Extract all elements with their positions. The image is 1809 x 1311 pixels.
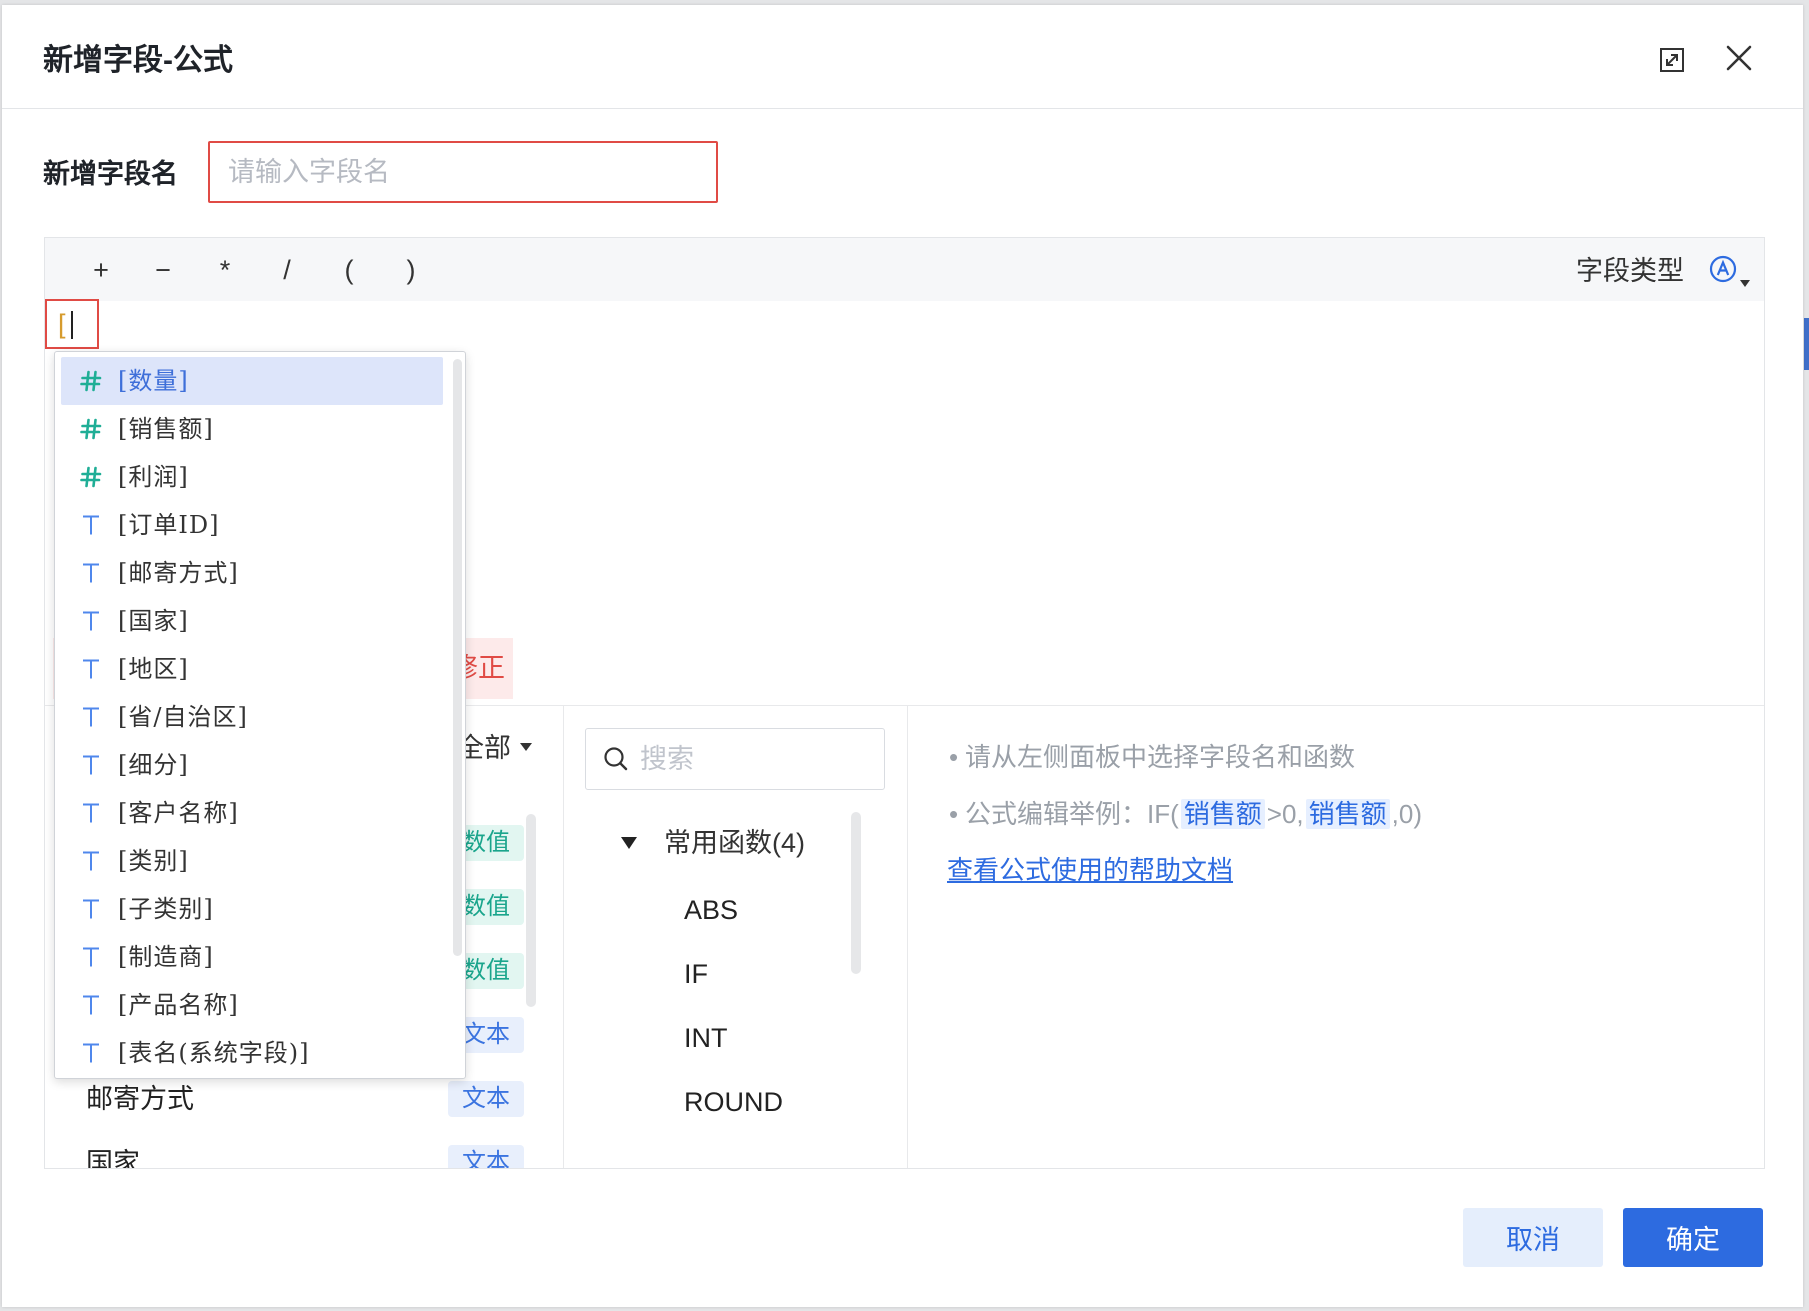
close-icon[interactable] — [1724, 43, 1754, 73]
autocomplete-item[interactable]: [地区] — [61, 645, 443, 693]
function-item[interactable]: INT — [684, 1020, 728, 1056]
caret-down-icon[interactable] — [621, 837, 637, 849]
text-icon — [79, 513, 103, 537]
minus-operator-button[interactable]: − — [148, 252, 178, 288]
field-name: 国家 — [86, 1148, 140, 1169]
function-search-input[interactable] — [640, 729, 876, 789]
example-suffix: ,0) — [1391, 799, 1423, 829]
confirm-button[interactable]: 确定 — [1623, 1208, 1763, 1267]
autocomplete-item[interactable]: [销售额] — [61, 405, 443, 453]
help-example: • 公式编辑举例：IF(销售额 >0, 销售额 ,0) — [949, 795, 1422, 833]
text-icon — [79, 993, 103, 1017]
example-field-token: 销售额 — [1180, 799, 1265, 829]
text-icon — [79, 609, 103, 633]
autocomplete-item-label: [销售额] — [118, 415, 214, 443]
autocomplete-item[interactable]: [国家] — [61, 597, 443, 645]
field-name-label: 新增字段名 — [43, 159, 178, 189]
help-hint-text: 请从左侧面板中选择字段名和函数 — [965, 742, 1356, 772]
function-search-box[interactable] — [585, 728, 885, 790]
text-icon — [79, 705, 103, 729]
autocomplete-item[interactable]: [数量] — [61, 357, 443, 405]
formula-field-dialog: 新增字段-公式 新增字段名 +−* / () 字段类型 [ — [2, 5, 1803, 1307]
example-field-token: 销售额 — [1305, 799, 1390, 829]
function-group-label[interactable]: 常用函数(4) — [664, 825, 805, 861]
autocomplete-item-label: [数量] — [118, 367, 189, 395]
text-icon — [79, 657, 103, 681]
help-hint: • 请从左侧面板中选择字段名和函数 — [949, 738, 1355, 776]
function-item[interactable]: ROUND — [684, 1084, 783, 1120]
field-list-item[interactable]: 国家 文本 — [45, 1131, 524, 1169]
field-type-label[interactable]: 字段类型 — [1576, 253, 1684, 289]
autocomplete-item-label: [子类别] — [118, 895, 214, 923]
bullet-icon: • — [949, 799, 959, 829]
left-paren-button[interactable]: ( — [334, 252, 364, 288]
background-page-edge — [1804, 318, 1809, 370]
autocomplete-item[interactable]: [省/自治区] — [61, 693, 443, 741]
text-cursor — [71, 311, 73, 339]
autocomplete-item[interactable]: [细分] — [61, 741, 443, 789]
text-icon — [79, 897, 103, 921]
autocomplete-item-label: [国家] — [118, 607, 189, 635]
multiply-operator-button[interactable]: * — [210, 252, 240, 288]
help-doc-link[interactable]: 查看公式使用的帮助文档 — [947, 851, 1233, 889]
example-prefix: 公式编辑举例：IF( — [965, 799, 1179, 829]
autocomplete-item-label: [细分] — [118, 751, 189, 779]
field-list-scrollbar[interactable] — [526, 814, 536, 1007]
autocomplete-item[interactable]: [客户名称] — [61, 789, 443, 837]
number-icon — [79, 417, 103, 441]
panel-divider-right — [907, 705, 908, 1168]
caret-down-icon[interactable] — [520, 743, 532, 751]
operator-toolbar: + − * / () 字段类型 — [45, 238, 1764, 301]
expand-icon[interactable] — [1658, 46, 1686, 74]
text-icon — [79, 561, 103, 585]
autocomplete-scrollbar[interactable] — [453, 359, 462, 956]
autocomplete-item-label: [产品名称] — [118, 991, 239, 1019]
formula-input-area[interactable]: [ — [45, 299, 99, 349]
example-middle: >0, — [1266, 799, 1304, 829]
text-icon — [79, 801, 103, 825]
autocomplete-item-label: [省/自治区] — [118, 703, 248, 731]
autocomplete-item-label: [地区] — [118, 655, 189, 683]
autocomplete-item-label: [表名(系统字段)] — [118, 1039, 310, 1067]
autocomplete-item[interactable]: [表名(系统字段)] — [61, 1029, 443, 1077]
text-icon — [79, 753, 103, 777]
field-autocomplete-dropdown: [数量] [销售额] [利润] [订单ID] [邮寄方式] [国家] [地区] [省/自治区]… — [54, 351, 466, 1079]
autocomplete-item[interactable]: [邮寄方式] — [61, 549, 443, 597]
field-type-tag: 文本 — [448, 1081, 524, 1117]
function-list-scrollbar[interactable] — [851, 812, 861, 974]
text-icon — [79, 1041, 103, 1065]
autocomplete-item[interactable]: [制造商] — [61, 933, 443, 981]
number-icon — [79, 369, 103, 393]
text-icon — [79, 945, 103, 969]
autocomplete-item-label: [类别] — [118, 847, 189, 875]
field-type-tag: 文本 — [448, 1145, 524, 1168]
plus-operator-button[interactable]: + — [86, 252, 116, 288]
text-icon — [79, 849, 103, 873]
field-name-input[interactable] — [208, 141, 718, 203]
number-icon — [79, 465, 103, 489]
panel-divider-left — [563, 705, 564, 1168]
circled-a-icon[interactable] — [1709, 255, 1737, 283]
header-divider — [2, 108, 1803, 109]
autocomplete-item[interactable]: [类别] — [61, 837, 443, 885]
right-paren-button[interactable]: ) — [396, 252, 426, 288]
autocomplete-item[interactable]: [产品名称] — [61, 981, 443, 1029]
autocomplete-item[interactable]: [子类别] — [61, 885, 443, 933]
formula-text: [ — [58, 309, 66, 339]
autocomplete-item-label: [邮寄方式] — [118, 559, 239, 587]
autocomplete-item-label: [订单ID] — [118, 511, 220, 539]
bullet-icon: • — [949, 742, 959, 772]
autocomplete-item-label: [客户名称] — [118, 799, 239, 827]
search-icon — [603, 746, 629, 772]
function-item[interactable]: IF — [684, 956, 708, 992]
divide-operator-button[interactable]: / — [272, 252, 302, 288]
autocomplete-item-label: [利润] — [118, 463, 189, 491]
chevron-down-icon[interactable] — [1740, 280, 1750, 287]
autocomplete-item[interactable]: [利润] — [61, 453, 443, 501]
dialog-title: 新增字段-公式 — [43, 44, 233, 77]
autocomplete-item[interactable]: [订单ID] — [61, 501, 443, 549]
function-item[interactable]: ABS — [684, 892, 738, 928]
cancel-button[interactable]: 取消 — [1463, 1208, 1603, 1267]
autocomplete-item-label: [制造商] — [118, 943, 214, 971]
